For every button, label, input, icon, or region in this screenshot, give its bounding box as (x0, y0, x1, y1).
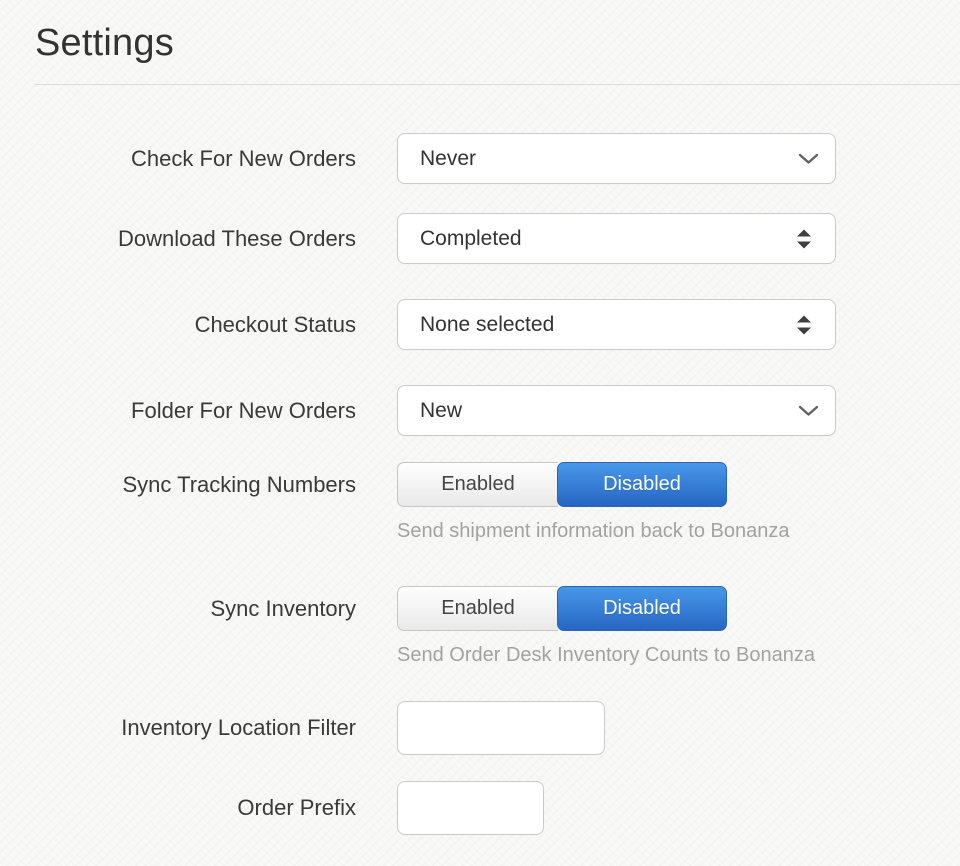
form-row-checkout-status: Checkout Status None selected (35, 299, 960, 350)
page-title: Settings (35, 0, 960, 65)
field-label: Order Prefix (35, 795, 356, 821)
form-row-download-these-orders: Download These Orders Completed (35, 213, 960, 264)
sync-inventory-disabled-button[interactable]: Disabled (557, 586, 727, 631)
selected-value: New (420, 399, 789, 423)
sync-inventory-toggle-group: Enabled Disabled (397, 586, 815, 631)
form-row-inventory-location-filter: Inventory Location Filter (35, 701, 960, 755)
sync-tracking-toggle-group: Enabled Disabled (397, 462, 789, 507)
toggle-cell: Enabled Disabled Send shipment informati… (397, 462, 789, 543)
toggle-cell: Enabled Disabled Send Order Desk Invento… (397, 586, 815, 667)
chevron-down-icon (798, 153, 819, 165)
selected-value: Never (420, 147, 789, 171)
field-label: Check For New Orders (35, 146, 356, 172)
field-label: Sync Tracking Numbers (35, 462, 356, 507)
checkout-status-multiselect[interactable]: None selected (397, 299, 836, 350)
header-divider (35, 84, 960, 85)
field-label: Folder For New Orders (35, 398, 356, 424)
field-label: Download These Orders (35, 226, 356, 252)
download-these-orders-multiselect[interactable]: Completed (397, 213, 836, 264)
sort-arrows-icon (796, 229, 812, 248)
sync-inventory-enabled-button[interactable]: Enabled (397, 586, 558, 631)
chevron-down-icon (798, 405, 819, 417)
selected-value: None selected (420, 313, 789, 337)
field-label: Sync Inventory (35, 586, 356, 631)
form-row-check-for-new-orders: Check For New Orders Never (35, 133, 960, 184)
field-label: Checkout Status (35, 312, 356, 338)
sync-tracking-disabled-button[interactable]: Disabled (557, 462, 727, 507)
help-text: Send shipment information back to Bonanz… (397, 520, 789, 543)
sort-arrows-icon (796, 315, 812, 334)
form-row-sync-tracking-numbers: Sync Tracking Numbers Enabled Disabled S… (35, 462, 960, 543)
sync-tracking-enabled-button[interactable]: Enabled (397, 462, 558, 507)
order-prefix-input[interactable] (397, 781, 544, 835)
folder-for-new-orders-select[interactable]: New (397, 385, 836, 436)
form-row-sync-inventory: Sync Inventory Enabled Disabled Send Ord… (35, 586, 960, 667)
form-row-order-prefix: Order Prefix (35, 781, 960, 835)
help-text: Send Order Desk Inventory Counts to Bona… (397, 644, 815, 667)
field-label: Inventory Location Filter (35, 715, 356, 741)
form-row-folder-for-new-orders: Folder For New Orders New (35, 385, 960, 436)
check-for-new-orders-select[interactable]: Never (397, 133, 836, 184)
inventory-location-filter-input[interactable] (397, 701, 605, 755)
settings-page: Settings Check For New Orders Never Down… (0, 0, 960, 835)
selected-value: Completed (420, 227, 789, 251)
